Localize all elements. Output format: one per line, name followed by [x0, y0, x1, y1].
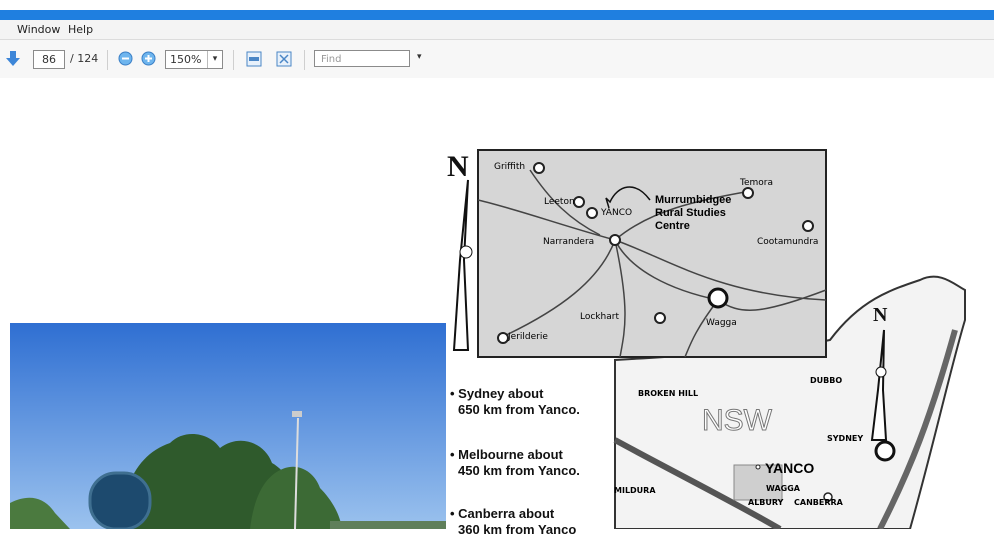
zoom-in-icon[interactable]: [141, 51, 156, 66]
toolbar-separator: [233, 50, 234, 70]
zoom-level-value: 150%: [170, 53, 202, 66]
distance-sydney-line2: 650 km from Yanco.: [458, 402, 580, 417]
distance-melbourne-line1: • Melbourne about: [450, 447, 563, 462]
next-page-arrow-icon[interactable]: [6, 51, 20, 67]
label-cootamundra: Cootamundra: [757, 237, 819, 247]
find-input[interactable]: Find: [314, 50, 410, 67]
distance-canberra-line1: • Canberra about: [450, 506, 555, 521]
distance-melbourne: • Melbourne about 450 km from Yanco.: [450, 447, 580, 479]
label-wagga-main: WAGGA: [766, 484, 800, 493]
label-murrumbidgee-centre: Murrumbidgee Rural Studies Centre: [655, 194, 731, 233]
page-number-input[interactable]: 86: [33, 50, 65, 69]
distance-melbourne-line2: 450 km from Yanco.: [458, 463, 580, 478]
label-lockhart: Lockhart: [580, 312, 619, 322]
label-mildura: MILDURA: [614, 486, 656, 495]
label-yanco-inset: YANCO: [601, 208, 633, 218]
label-temora: Temora: [740, 178, 773, 188]
toolbar: 86 / 124 150% ▾ Find ▾: [0, 40, 994, 78]
label-yanco-main: YANCO: [765, 460, 815, 476]
label-murrumbidgee-line3: Centre: [655, 220, 690, 232]
label-leeton: Leeton: [544, 197, 575, 207]
window-title-bar: [0, 0, 994, 10]
label-murrumbidgee-line2: Rural Studies: [655, 207, 726, 219]
menu-window[interactable]: Window: [17, 23, 60, 36]
title-accent-strip: [0, 10, 994, 20]
label-wagga-inset: Wagga: [706, 318, 737, 328]
distance-canberra: • Canberra about 360 km from Yanco: [450, 506, 576, 538]
label-nsw: NSW: [702, 404, 773, 438]
entrance-photo: [10, 323, 446, 529]
north-indicator-large: N: [447, 150, 469, 183]
label-dubbo: DUBBO: [810, 376, 843, 385]
find-dropdown-icon[interactable]: ▾: [417, 52, 422, 62]
label-griffith: Griffith: [494, 162, 526, 172]
label-sydney: SYDNEY: [827, 434, 864, 443]
fit-width-icon[interactable]: [246, 51, 262, 67]
label-canberra: CANBERRA: [794, 498, 843, 507]
page-total: / 124: [70, 52, 99, 65]
zoom-out-icon[interactable]: [118, 51, 133, 66]
label-murrumbidgee-line1: Murrumbidgee: [655, 194, 732, 206]
toolbar-separator: [107, 50, 108, 70]
distance-canberra-line2: 360 km from Yanco: [458, 522, 577, 537]
label-albury: ALBURY: [748, 498, 784, 507]
distance-sydney-line1: • Sydney about: [450, 386, 544, 401]
menu-bar: Window Help: [0, 20, 994, 40]
zoom-level-select[interactable]: 150% ▾: [165, 50, 223, 69]
label-narrandera: Narrandera: [543, 237, 595, 247]
north-indicator-small: N: [873, 304, 888, 326]
menu-help[interactable]: Help: [68, 23, 93, 36]
zoom-dropdown-icon[interactable]: ▾: [207, 51, 222, 68]
label-broken-hill: BROKEN HILL: [638, 389, 699, 398]
fit-page-icon[interactable]: [276, 51, 292, 67]
distance-sydney: • Sydney about 650 km from Yanco.: [450, 386, 580, 418]
toolbar-separator: [304, 50, 305, 70]
label-jerilderie: Jerilderie: [508, 332, 548, 342]
